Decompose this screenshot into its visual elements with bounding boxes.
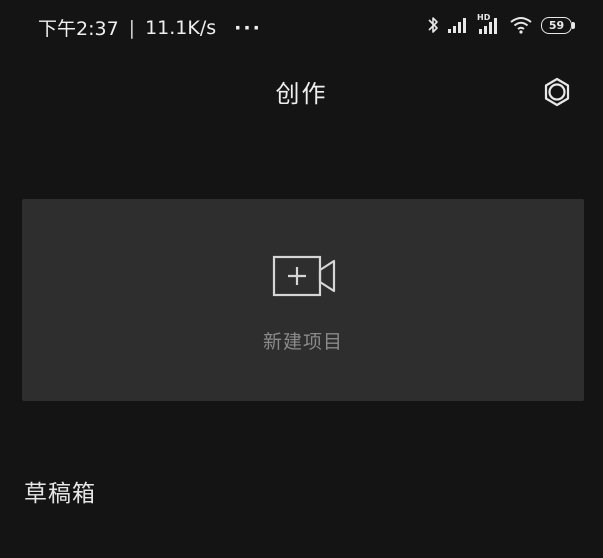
status-right: HD 59 xyxy=(427,13,575,35)
drafts-section-title: 草稿箱 xyxy=(24,481,96,507)
new-project-button[interactable]: 新建项目 xyxy=(22,199,584,401)
wifi-icon xyxy=(509,16,533,34)
page-title: 创作 xyxy=(275,80,328,108)
battery-tip xyxy=(572,21,575,29)
bluetooth-icon xyxy=(427,15,439,35)
signal-icon xyxy=(447,16,469,34)
header: 创作 xyxy=(0,66,603,116)
more-notifications-icon: ··· xyxy=(234,16,262,39)
status-bar: 下午2:37 | 11.1K/s ··· HD 59 xyxy=(0,0,603,56)
signal-hd-icon: HD xyxy=(477,13,501,35)
status-time: 下午2:37 xyxy=(38,18,119,40)
battery-level: 59 xyxy=(541,16,572,34)
battery-icon: 59 xyxy=(541,16,575,34)
settings-icon xyxy=(544,77,570,107)
network-speed: 11.1K/s xyxy=(145,16,217,39)
settings-button[interactable] xyxy=(539,74,575,110)
new-project-label: 新建项目 xyxy=(262,331,343,353)
add-video-icon xyxy=(272,255,336,297)
status-left: 下午2:37 | 11.1K/s ··· xyxy=(38,14,262,41)
status-separator: | xyxy=(128,16,136,39)
